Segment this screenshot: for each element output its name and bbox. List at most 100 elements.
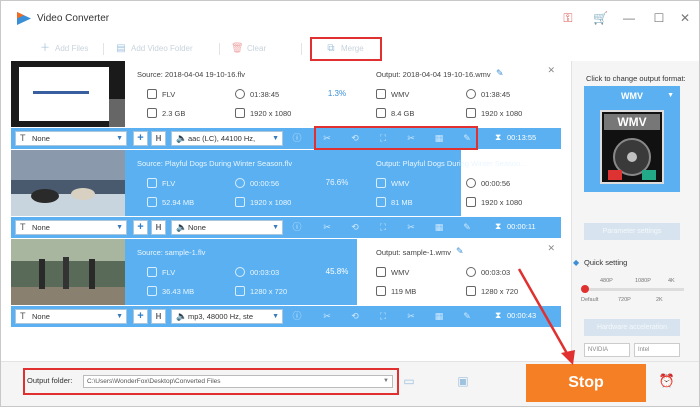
clear-button[interactable]: 🗑 Clear (231, 39, 266, 59)
video-file-icon (147, 89, 157, 99)
conversion-progress: 1.3% (327, 89, 347, 98)
video-thumbnail (11, 239, 125, 305)
slider-knob[interactable] (581, 285, 589, 293)
source-size: 52.94 MB (162, 198, 195, 207)
hardcode-subtitle-button[interactable]: H (151, 131, 166, 146)
tick-720p: 720P (618, 297, 631, 303)
trim-icon[interactable]: ✂ (405, 221, 417, 233)
hardcode-subtitle-button[interactable]: H (151, 309, 166, 324)
watermark-icon[interactable]: ▦ (433, 221, 445, 233)
filesize-icon (147, 197, 157, 207)
output-filename: Output: sample-1.wmv (376, 248, 452, 257)
edit-filename-icon[interactable]: ✎ (496, 68, 504, 79)
add-video-folder-label: Add Video Folder (131, 44, 193, 53)
chevron-down-icon: ▼ (667, 92, 674, 99)
app-window: Video Converter ⚿ 🛒 — ☐ ✕ ＋ Add Files ▤ Ad… (0, 0, 700, 407)
thumbnail-image (11, 150, 125, 216)
parameter-settings-label: Parameter settings (602, 228, 662, 235)
source-filename: Source: 2018-04-04 19-10-16.flv (137, 70, 245, 79)
maximize-button[interactable]: ☐ (651, 10, 667, 26)
cart-icon[interactable]: 🛒 (593, 11, 608, 25)
add-subtitle-button[interactable]: + (133, 220, 148, 235)
output-duration: 00:00:56 (481, 179, 511, 188)
stop-button[interactable]: Stop (526, 364, 646, 402)
minimize-button[interactable]: — (621, 10, 637, 26)
open-folder-icon[interactable]: ▣ (455, 373, 471, 389)
info-icon[interactable]: ⓘ (291, 221, 303, 233)
effects-icon[interactable]: ✂ (321, 221, 333, 233)
speaker-icon: 🔈 (176, 311, 188, 321)
add-files-label: Add Files (55, 44, 89, 53)
nvidia-checkbox[interactable]: NVIDIA (584, 343, 630, 357)
file-row[interactable]: Source: sample-1.flv FLV 00:03:03 36.43 … (11, 239, 561, 327)
hardware-acceleration-button[interactable]: Hardware acceleration (584, 319, 680, 336)
crop-icon[interactable]: ⛶ (377, 310, 389, 322)
edit-icon[interactable]: ✎ (461, 310, 473, 322)
audio-track-dropdown[interactable]: 🔈 mp3, 48000 Hz, ste ▼ (171, 309, 283, 324)
edit-filename-icon[interactable]: ✎ (456, 246, 464, 257)
plus-icon: ＋ (40, 43, 50, 54)
source-format: FLV (162, 179, 176, 188)
hardcode-subtitle-button[interactable]: H (151, 220, 166, 235)
resolution-icon (235, 286, 245, 296)
rotate-icon[interactable]: ⟲ (349, 310, 361, 322)
file-controls: T None ▼ + H 🔈 None ▼ ⓘ ✂ ⟲ ⛶ ✂ ▦ ✎ ⧗ 00:00:… (11, 217, 561, 238)
source-size: 2.3 GB (162, 109, 186, 118)
output-format: WMV (391, 90, 410, 99)
file-row[interactable]: Source: 2018-04-04 19-10-16.flv FLV 01:3… (11, 61, 561, 149)
app-logo-icon (17, 12, 31, 25)
subtitle-dropdown[interactable]: T None ▼ (15, 131, 127, 146)
video-thumbnail (11, 150, 125, 216)
remove-file-icon[interactable]: ✕ (547, 243, 555, 254)
chevron-down-icon: ▼ (116, 313, 123, 320)
add-video-folder-button[interactable]: ▤ Add Video Folder (115, 39, 193, 59)
subtitle-dropdown[interactable]: T None ▼ (15, 309, 127, 324)
output-duration: 01:38:45 (481, 90, 511, 99)
info-icon[interactable]: ⓘ (291, 132, 303, 144)
browse-folder-icon[interactable]: ▭ (401, 373, 417, 389)
subtitle-value: None (32, 223, 50, 232)
hourglass-icon: ⧗ (495, 132, 502, 142)
intel-checkbox[interactable]: Intel (634, 343, 680, 357)
edit-icon[interactable]: ✎ (461, 221, 473, 233)
quality-slider[interactable] (581, 285, 684, 293)
rotate-icon[interactable]: ⟲ (349, 221, 361, 233)
thumbnail-image (11, 61, 125, 127)
file-list: Source: 2018-04-04 19-10-16.flv FLV 01:3… (11, 61, 561, 331)
file-row[interactable]: Source: Playful Dogs During Winter Seaso… (11, 150, 561, 238)
alarm-clock-icon[interactable]: ⏰ (658, 372, 676, 390)
chevron-down-icon: ▼ (116, 135, 123, 142)
output-format-selector[interactable]: WMV ▼ WMV (584, 86, 680, 192)
subtitle-value: None (32, 312, 50, 321)
add-subtitle-button[interactable]: + (133, 131, 148, 146)
output-duration: 00:03:03 (481, 268, 511, 277)
output-folder-highlight-box (23, 368, 399, 395)
filesize-icon (376, 197, 386, 207)
add-subtitle-button[interactable]: + (133, 309, 148, 324)
trim-icon[interactable]: ✂ (405, 310, 417, 322)
audio-track-value: mp3, 48000 Hz, ste (188, 312, 254, 321)
change-format-label: Click to change output format: (586, 74, 686, 83)
chevron-down-icon: ▼ (116, 224, 123, 231)
audio-track-dropdown[interactable]: 🔈 aac (LC), 44100 Hz, ▼ (171, 131, 283, 146)
subtitle-dropdown[interactable]: T None ▼ (15, 220, 127, 235)
watermark-icon[interactable]: ▦ (433, 310, 445, 322)
close-button[interactable]: ✕ (677, 10, 693, 26)
output-format-panel: Click to change output format: WMV ▼ WMV… (571, 61, 699, 361)
filesize-icon (147, 108, 157, 118)
info-icon[interactable]: ⓘ (291, 310, 303, 322)
audio-track-dropdown[interactable]: 🔈 None ▼ (171, 220, 283, 235)
remove-file-icon[interactable]: ✕ (547, 65, 555, 76)
filesize-icon (376, 108, 386, 118)
tick-480p: 480P (600, 278, 613, 284)
effects-icon[interactable]: ✂ (321, 310, 333, 322)
toolbar-divider (103, 43, 104, 55)
source-info: Source: Playful Dogs During Winter Seaso… (125, 150, 320, 216)
resolution-icon (235, 108, 245, 118)
crop-icon[interactable]: ⛶ (377, 221, 389, 233)
output-resolution: 1920 x 1080 (481, 198, 523, 207)
key-icon[interactable]: ⚿ (561, 11, 575, 25)
tick-2k: 2K (656, 297, 663, 303)
parameter-settings-button[interactable]: Parameter settings (584, 223, 680, 240)
add-files-button[interactable]: ＋ Add Files (39, 39, 88, 59)
